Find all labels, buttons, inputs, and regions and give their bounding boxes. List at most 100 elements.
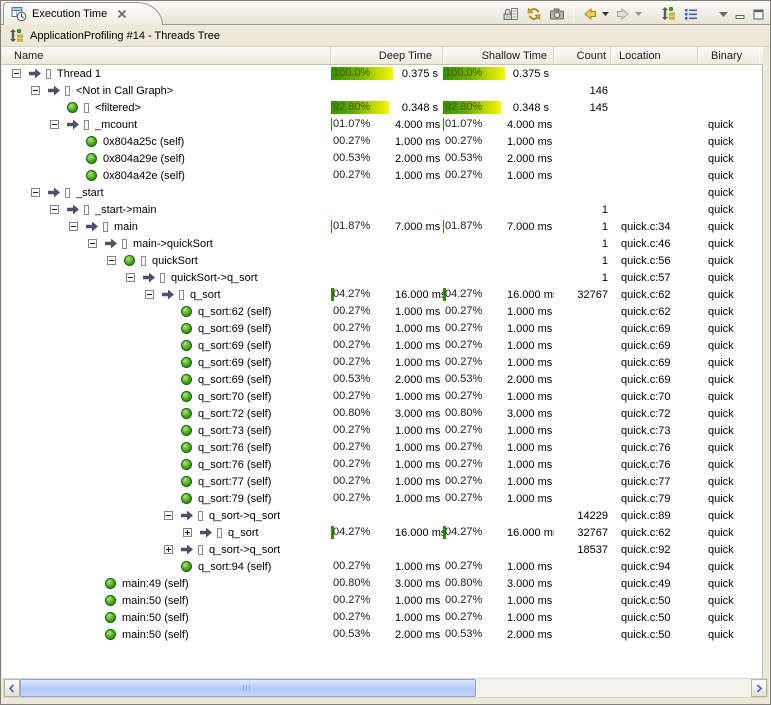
tree-row[interactable]: q_sort:94 (self)00.27%1.000 ms00.27%1.00… [2,558,762,575]
collapse-minus-icon[interactable] [164,511,173,520]
time-value: 2.000 ms [507,153,554,165]
close-icon[interactable] [116,8,128,20]
sort-tree-icon[interactable] [659,5,677,23]
tree-row[interactable]: q_sort:72 (self)00.80%3.000 ms00.80%3.00… [2,405,762,422]
tree-row[interactable]: q_sort:79 (self)00.27%1.000 ms00.27%1.00… [2,490,762,507]
tree-row[interactable]: q_sort:69 (self)00.27%1.000 ms00.27%1.00… [2,337,762,354]
collapse-minus-icon[interactable] [31,188,40,197]
tree-row[interactable]: q_sort04.27%16.000 ms04.27%16.000 ms3276… [2,286,762,303]
tree-row[interactable]: q_sort:73 (self)00.27%1.000 ms00.27%1.00… [2,422,762,439]
tree-row[interactable]: main01.87%7.000 ms01.87%7.000 ms1quick.c… [2,218,762,235]
percent-value: 00.27% [443,135,507,148]
column-header-shallow-time[interactable]: Shallow Time [443,47,554,64]
tree-row[interactable]: q_sort04.27%16.000 ms04.27%16.000 ms3276… [2,524,762,541]
expand-plus-icon[interactable] [183,528,192,537]
collapse-minus-icon[interactable] [69,222,78,231]
lock-session-icon[interactable] [502,5,520,23]
location-value: quick.c:62 [611,306,698,318]
binary-value: quick [698,221,759,233]
refresh-icon[interactable] [525,5,543,23]
time-value: 1.000 ms [507,595,554,607]
tree-row[interactable]: _start->main1quick [2,201,762,218]
binary-value: quick [698,136,759,148]
deep-time-cell: 04.27%16.000 ms [331,524,443,541]
deep-time-cell: 00.80%3.000 ms [331,575,443,592]
show-list-icon[interactable] [682,5,700,23]
horizontal-scrollbar[interactable] [3,678,768,698]
location-value: quick.c:69 [611,323,698,335]
column-header-count[interactable]: Count [554,47,611,64]
back-menu-icon[interactable] [601,5,609,23]
name-cell: q_sort:79 (self) [2,490,331,507]
tree-row[interactable]: q_sort:76 (self)00.27%1.000 ms00.27%1.00… [2,456,762,473]
tree-row[interactable]: q_sort:77 (self)00.27%1.000 ms00.27%1.00… [2,473,762,490]
column-header-deep-time[interactable]: Deep Time [331,47,443,64]
tree-row[interactable]: main:50 (self)00.27%1.000 ms00.27%1.000 … [2,609,762,626]
shallow-time-cell: 00.27%1.000 ms [443,558,554,575]
tree-row[interactable]: main:50 (self)00.53%2.000 ms00.53%2.000 … [2,626,762,643]
tree-row[interactable]: q_sort:69 (self)00.27%1.000 ms00.27%1.00… [2,354,762,371]
column-header-location[interactable]: Location [611,47,698,64]
tree-row[interactable]: 0x804a29e (self)00.53%2.000 ms00.53%2.00… [2,150,762,167]
name-cell: q_sort:69 (self) [2,337,331,354]
tree-row[interactable]: q_sort:69 (self)00.27%1.000 ms00.27%1.00… [2,320,762,337]
deep-time-cell [331,82,443,99]
function-box-icon [179,290,184,300]
collapse-minus-icon[interactable] [107,256,116,265]
tree-row[interactable]: _startquick [2,184,762,201]
collapse-minus-icon[interactable] [50,120,59,129]
location-value: quick.c:62 [611,527,698,539]
collapse-minus-icon[interactable] [31,86,40,95]
tree-row[interactable]: <filtered>92.80%0.348 s92.80%0.348 s145 [2,99,762,116]
snapshot-icon[interactable] [548,5,566,23]
expand-plus-icon[interactable] [164,545,173,554]
tab-execution-time[interactable]: Execution Time [3,2,163,25]
column-header-name[interactable]: Name [2,47,331,64]
tree-row[interactable]: q_sort->q_sort14229quick.c:89quick [2,507,762,524]
row-label: <Not in Call Graph> [76,85,173,97]
tree-row[interactable]: q_sort:69 (self)00.53%2.000 ms00.53%2.00… [2,371,762,388]
scroll-left-icon[interactable] [4,679,20,697]
tree-row[interactable]: main:49 (self)00.80%3.000 ms00.80%3.000 … [2,575,762,592]
collapse-minus-icon[interactable] [12,69,21,78]
tree-row[interactable]: q_sort:70 (self)00.27%1.000 ms00.27%1.00… [2,388,762,405]
percent-value: 00.27% [331,390,395,403]
scrollbar-thumb[interactable] [20,679,476,697]
percent-value: 01.07% [331,118,395,131]
execution-time-icon [11,6,27,22]
shallow-time-cell: 00.27%1.000 ms [443,473,554,490]
call-arrow-icon [105,239,117,249]
tree-row[interactable]: main->quickSort1quick.c:46quick [2,235,762,252]
forward-icon[interactable] [614,5,632,23]
tree-row[interactable]: main:50 (self)00.27%1.000 ms00.27%1.000 … [2,592,762,609]
tree-row[interactable]: 0x804a25c (self)00.27%1.000 ms00.27%1.00… [2,133,762,150]
tree-row[interactable]: q_sort:76 (self)00.27%1.000 ms00.27%1.00… [2,439,762,456]
column-header-binary[interactable]: Binary [698,47,759,64]
binary-value: quick [698,510,759,522]
tree-row[interactable]: _mcount01.07%4.000 ms01.07%4.000 msquick [2,116,762,133]
tree-row[interactable]: quickSort->q_sort1quick.c:57quick [2,269,762,286]
binary-value: quick [698,493,759,505]
collapse-minus-icon[interactable] [145,290,154,299]
collapse-minus-icon[interactable] [88,239,97,248]
forward-menu-icon[interactable] [634,5,642,23]
tree-row[interactable]: q_sort->q_sort18537quick.c:92quick [2,541,762,558]
back-icon[interactable] [581,5,599,23]
collapse-minus-icon[interactable] [50,205,59,214]
tree-row[interactable]: <Not in Call Graph>146 [2,82,762,99]
row-label: q_sort:69 (self) [198,340,271,352]
name-cell: _start [2,184,331,201]
row-label: q_sort [228,527,259,539]
tree-row[interactable]: Thread 1100.0%0.375 s100.0%0.375 s [2,65,762,82]
collapse-minus-icon[interactable] [126,273,135,282]
tree-row[interactable]: 0x804a42e (self)00.27%1.000 ms00.27%1.00… [2,167,762,184]
view-menu-icon[interactable] [717,5,729,23]
location-value: quick.c:56 [611,255,698,267]
tree-row[interactable]: quickSort1quick.c:56quick [2,252,762,269]
binary-value: quick [698,306,759,318]
tree-row[interactable]: q_sort:62 (self)00.27%1.000 ms00.27%1.00… [2,303,762,320]
scroll-right-icon[interactable] [751,679,767,697]
minimize-icon[interactable] [734,5,747,23]
function-box-icon [84,120,89,130]
maximize-icon[interactable] [752,5,765,23]
